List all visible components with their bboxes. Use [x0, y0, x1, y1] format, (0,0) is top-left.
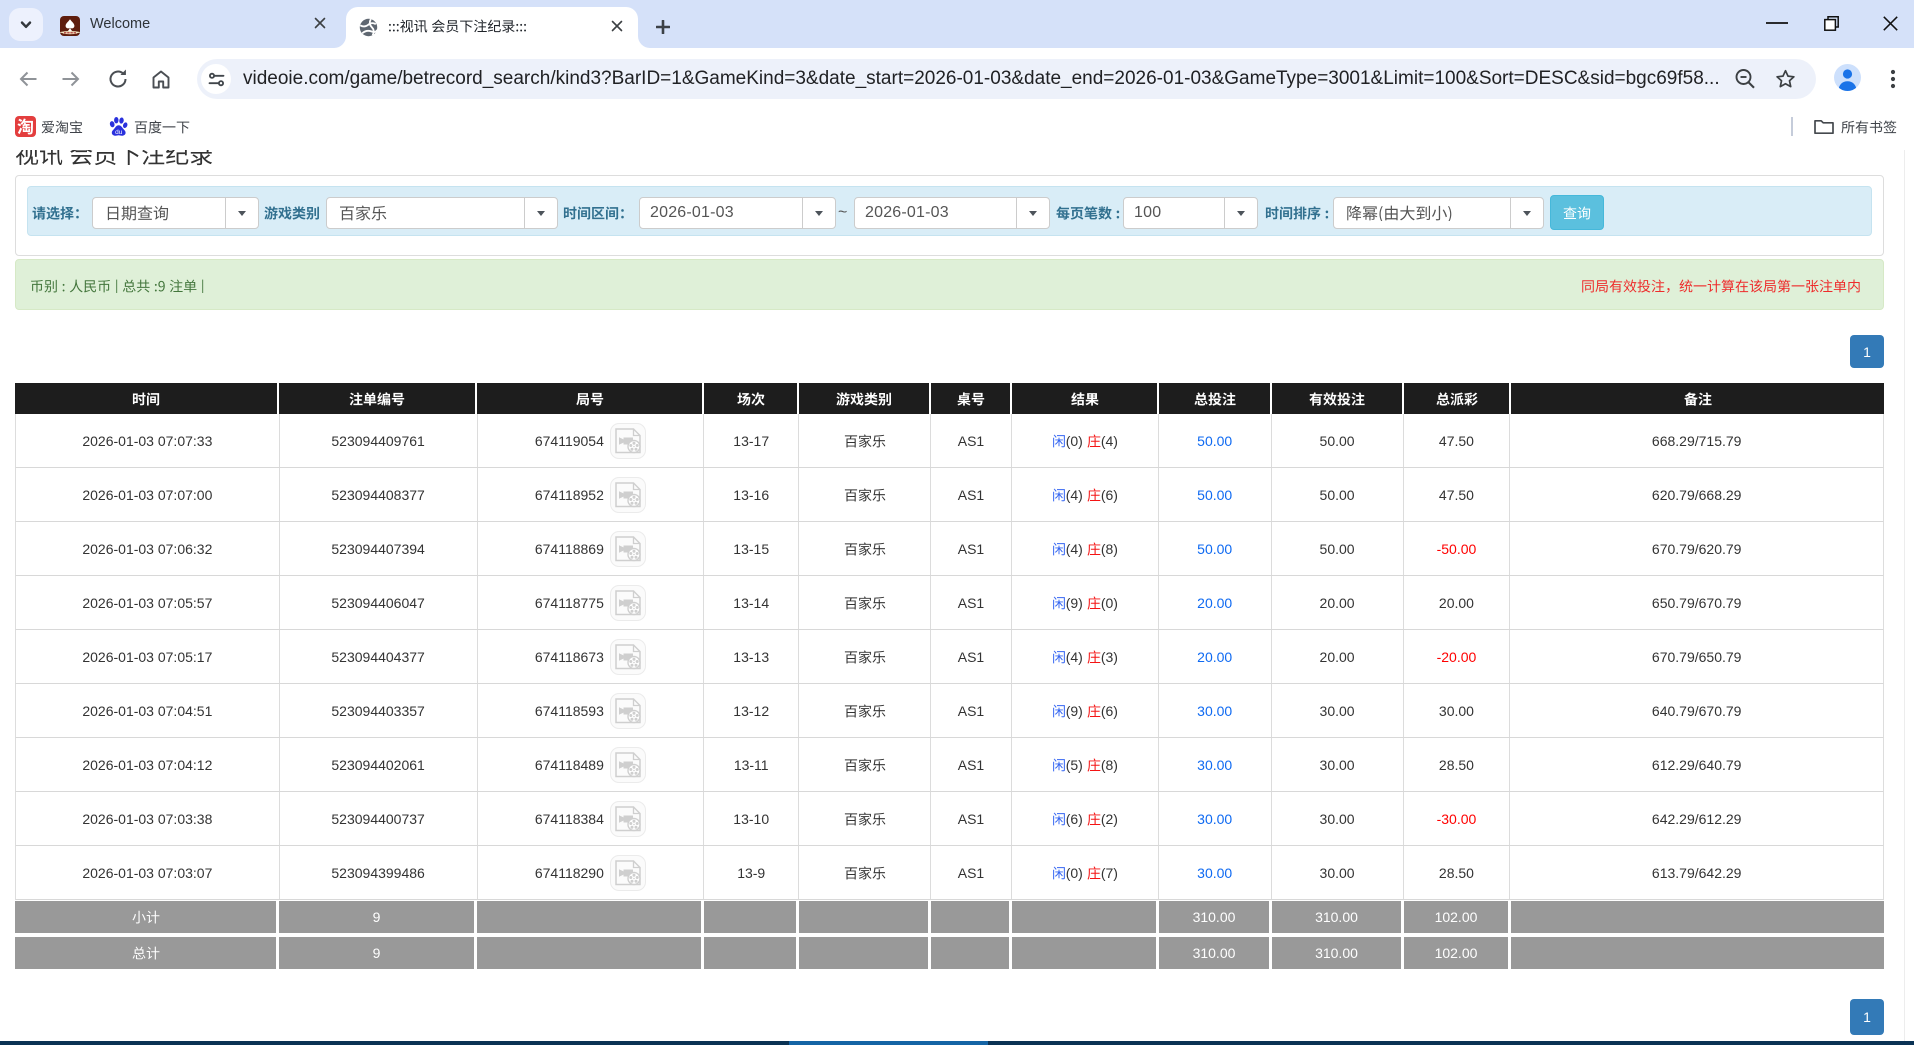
svg-text:du: du — [115, 129, 123, 136]
